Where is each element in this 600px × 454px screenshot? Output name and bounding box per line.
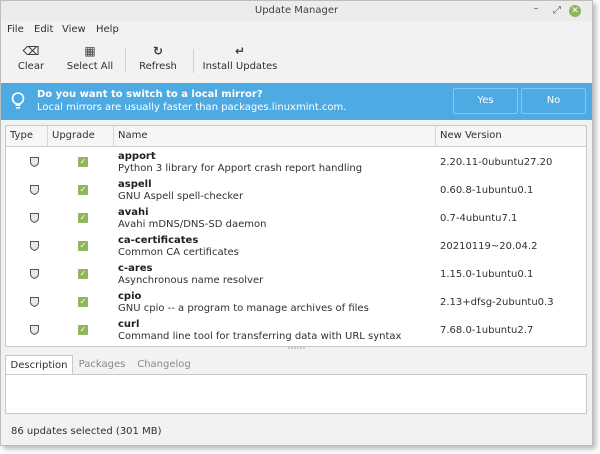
package-version: 0.7-4ubuntu7.1 xyxy=(440,213,518,224)
table-row[interactable]: ✓ c-ares Asynchronous name resolver 1.15… xyxy=(6,260,586,288)
tab-description[interactable]: Description xyxy=(5,355,73,375)
refresh-button[interactable]: ↻ Refresh xyxy=(135,43,181,77)
package-version: 20210119~20.04.2 xyxy=(440,241,538,252)
mirror-banner: Do you want to switch to a local mirror?… xyxy=(1,83,592,120)
package-name: aspell xyxy=(118,179,152,190)
details-tabs: Description Packages Changelog xyxy=(5,355,587,375)
backspace-icon: ⌫ xyxy=(22,44,40,58)
table-row[interactable]: ✓ cpio GNU cpio -- a program to manage a… xyxy=(6,288,586,316)
table-row[interactable]: ✓ aspell GNU Aspell spell-checker 0.60.8… xyxy=(6,176,586,204)
upgrade-checkbox[interactable]: ✓ xyxy=(78,297,88,307)
upgrade-checkbox[interactable]: ✓ xyxy=(78,269,88,279)
menu-edit[interactable]: Edit xyxy=(34,24,53,35)
package-version: 7.68.0-1ubuntu2.7 xyxy=(440,325,534,336)
table-row[interactable]: ✓ apport Python 3 library for Apport cra… xyxy=(6,148,586,176)
package-name: curl xyxy=(118,319,140,330)
window-title: Update Manager xyxy=(254,5,339,16)
update-manager-window: Update Manager – ⤢ ✕ File Edit View Help… xyxy=(0,0,593,446)
shield-icon xyxy=(30,269,39,279)
upgrade-checkbox[interactable]: ✓ xyxy=(78,241,88,251)
select-all-button-label: Select All xyxy=(66,61,114,72)
select-all-icon: ▦ xyxy=(84,44,96,58)
package-description: GNU Aspell spell-checker xyxy=(118,191,244,202)
package-name: apport xyxy=(118,151,156,162)
upgrade-checkbox[interactable]: ✓ xyxy=(78,325,88,335)
upgrade-checkbox[interactable]: ✓ xyxy=(78,185,88,195)
package-version: 2.20.11-0ubuntu27.20 xyxy=(440,157,553,168)
maximize-icon[interactable]: ⤢ xyxy=(550,4,564,18)
shield-icon xyxy=(30,241,39,251)
menu-view[interactable]: View xyxy=(62,24,86,35)
refresh-button-label: Refresh xyxy=(139,61,177,72)
toolbar-separator xyxy=(125,49,126,73)
install-updates-button[interactable]: ↵ Install Updates xyxy=(201,43,279,77)
description-panel xyxy=(5,374,587,414)
table-row[interactable]: ✓ curl Command line tool for transferrin… xyxy=(6,316,586,344)
table-row[interactable]: ✓ ca-certificates Common CA certificates… xyxy=(6,232,586,260)
package-version: 0.60.8-1ubuntu0.1 xyxy=(440,185,534,196)
menu-bar: File Edit View Help xyxy=(1,21,592,39)
shield-icon xyxy=(30,325,39,335)
package-description: Python 3 library for Apport crash report… xyxy=(118,163,363,174)
column-header-type[interactable]: Type xyxy=(6,126,48,146)
column-header-name[interactable]: Name xyxy=(114,126,436,146)
clear-button[interactable]: ⌫ Clear xyxy=(13,43,49,77)
upgrade-checkbox[interactable]: ✓ xyxy=(78,213,88,223)
return-arrow-icon: ↵ xyxy=(234,44,246,58)
toolbar: ⌫ Clear ▦ Select All ↻ Refresh ↵ Install… xyxy=(1,39,592,81)
close-icon[interactable]: ✕ xyxy=(569,5,581,17)
install-updates-button-label: Install Updates xyxy=(202,61,278,72)
pane-resize-handle[interactable] xyxy=(286,346,306,350)
upgrade-checkbox[interactable]: ✓ xyxy=(78,157,88,167)
minimize-icon[interactable]: – xyxy=(529,2,543,16)
table-header: Type Upgrade Name New Version xyxy=(6,126,586,147)
refresh-icon: ↻ xyxy=(152,44,164,58)
clear-button-label: Clear xyxy=(17,61,45,72)
package-name: avahi xyxy=(118,207,149,218)
updates-table[interactable]: Type Upgrade Name New Version ✓ apport P… xyxy=(5,125,587,347)
no-button[interactable]: No xyxy=(521,88,586,114)
package-name: c-ares xyxy=(118,263,153,274)
status-text: 86 updates selected (301 MB) xyxy=(11,426,162,437)
banner-question: Do you want to switch to a local mirror? xyxy=(37,89,263,100)
package-name: cpio xyxy=(118,291,142,302)
shield-icon xyxy=(30,185,39,195)
yes-button[interactable]: Yes xyxy=(453,88,518,114)
column-header-new-version[interactable]: New Version xyxy=(436,126,586,146)
banner-detail: Local mirrors are usually faster than pa… xyxy=(37,102,347,113)
package-version: 2.13+dfsg-2ubuntu0.3 xyxy=(440,297,554,308)
menu-file[interactable]: File xyxy=(7,24,24,35)
shield-icon xyxy=(30,297,39,307)
package-description: Command line tool for transferring data … xyxy=(118,331,402,342)
toolbar-separator xyxy=(193,49,194,73)
lightbulb-icon xyxy=(11,92,25,109)
shield-icon xyxy=(30,213,39,223)
shield-icon xyxy=(30,157,39,167)
column-header-upgrade[interactable]: Upgrade xyxy=(48,126,114,146)
package-version: 1.15.0-1ubuntu0.1 xyxy=(440,269,534,280)
package-description: GNU cpio -- a program to manage archives… xyxy=(118,303,369,314)
menu-help[interactable]: Help xyxy=(96,24,119,35)
package-description: Avahi mDNS/DNS-SD daemon xyxy=(118,219,267,230)
tab-changelog[interactable]: Changelog xyxy=(133,355,195,375)
package-description: Common CA certificates xyxy=(118,247,239,258)
table-row[interactable]: ✓ avahi Avahi mDNS/DNS-SD daemon 0.7-4ub… xyxy=(6,204,586,232)
title-bar[interactable]: Update Manager – ⤢ ✕ xyxy=(1,1,592,21)
package-name: ca-certificates xyxy=(118,235,199,246)
package-description: Asynchronous name resolver xyxy=(118,275,264,286)
tab-packages[interactable]: Packages xyxy=(75,355,129,375)
select-all-button[interactable]: ▦ Select All xyxy=(63,43,117,77)
